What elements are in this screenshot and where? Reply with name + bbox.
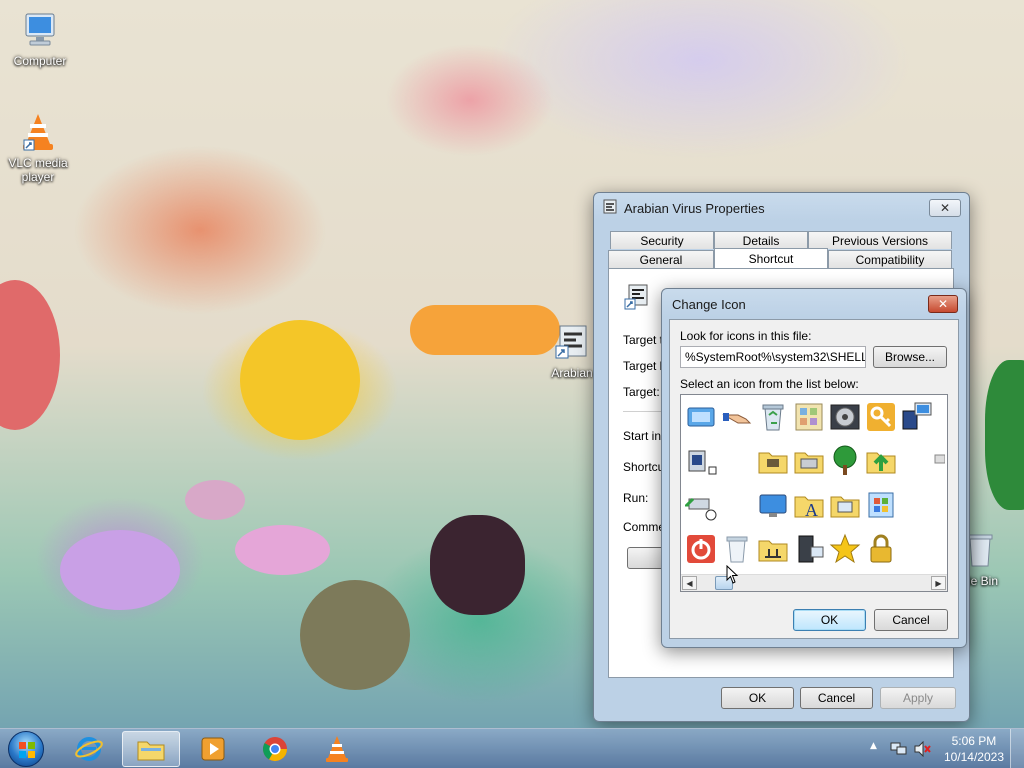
- change-icon-close-button[interactable]: ✕: [928, 295, 958, 313]
- recycle-bin-full-icon[interactable]: [757, 401, 789, 433]
- select-icon-label: Select an icon from the list below:: [680, 377, 859, 391]
- star-icon[interactable]: [829, 533, 861, 565]
- properties-title: Arabian Virus Properties: [624, 200, 765, 216]
- media-player-icon: [201, 737, 225, 761]
- start-button[interactable]: [8, 731, 44, 767]
- clock-date: 10/14/2023: [943, 750, 1004, 764]
- tab-previous-versions[interactable]: Previous Versions: [808, 231, 952, 249]
- icon-list[interactable]: A ◀ ▶: [680, 394, 948, 592]
- computer-icon: [20, 10, 60, 50]
- control-panel-icon[interactable]: [793, 401, 825, 433]
- wallpaper-decoration: [185, 480, 245, 520]
- look-for-icons-label: Look for icons in this file:: [680, 329, 812, 343]
- wallpaper-decoration: [240, 320, 360, 440]
- label-run: Run:: [623, 491, 649, 505]
- taskbar-internet-explorer[interactable]: [60, 731, 118, 767]
- label-target: Target:: [623, 385, 660, 399]
- icon-list-scrollbar[interactable]: ◀ ▶: [681, 574, 947, 591]
- windows-window-icon[interactable]: [865, 489, 897, 521]
- tab-details[interactable]: Details: [714, 231, 808, 249]
- wallpaper-decoration: [985, 360, 1024, 510]
- shortcut-large-icon: [623, 283, 651, 314]
- change-icon-ok-button[interactable]: OK: [793, 609, 866, 631]
- svg-text:A: A: [805, 500, 818, 520]
- tab-shortcut[interactable]: Shortcut: [714, 248, 828, 269]
- desktop-icon-label: VLC media player: [8, 156, 68, 184]
- scroll-left-arrow[interactable]: ◀: [682, 576, 697, 590]
- browse-button[interactable]: Browse...: [873, 346, 947, 368]
- properties-titlebar[interactable]: Arabian Virus Properties ✕: [594, 193, 969, 223]
- show-desktop-button[interactable]: [1010, 729, 1024, 768]
- change-icon-cancel-button[interactable]: Cancel: [874, 609, 948, 631]
- internet-explorer-icon: [75, 737, 103, 761]
- change-icon-dialog[interactable]: Change Icon ✕ Look for icons in this fil…: [661, 288, 967, 648]
- properties-cancel-button[interactable]: Cancel: [800, 687, 873, 709]
- tabs-row-1: Security Details Previous Versions: [610, 231, 952, 249]
- wallpaper-decoration: [0, 280, 60, 430]
- icon-file-path-input[interactable]: %SystemRoot%\system32\SHELL32: [680, 346, 866, 368]
- properties-close-button[interactable]: ✕: [929, 199, 961, 217]
- taskbar-media-player[interactable]: [184, 731, 242, 767]
- media-player-icon[interactable]: [829, 401, 861, 433]
- label-start-in: Start in:: [623, 429, 665, 443]
- vlc-icon: [326, 736, 348, 762]
- green-arrow-folder-icon[interactable]: [865, 445, 897, 477]
- shortcut-app-icon: [602, 199, 618, 218]
- folder-monitor-icon[interactable]: [829, 489, 861, 521]
- tree-icon[interactable]: [829, 445, 861, 477]
- scroll-right-arrow[interactable]: ▶: [931, 576, 946, 590]
- drive-icon[interactable]: [685, 445, 717, 477]
- taskbar: ▲ 5:06 PM 10/14/2023: [0, 728, 1024, 768]
- chrome-icon: [262, 737, 287, 762]
- clock-time: 5:06 PM: [951, 734, 997, 748]
- cd-drive-icon[interactable]: [683, 489, 717, 521]
- taskbar-vlc[interactable]: [308, 731, 366, 767]
- computer-network-icon[interactable]: [901, 401, 933, 433]
- desktop-icon-computer[interactable]: Computer: [4, 10, 76, 68]
- show-hidden-icons-arrow[interactable]: ▲: [870, 741, 877, 751]
- recycle-bin-empty-icon[interactable]: [721, 533, 753, 565]
- network-icon[interactable]: [890, 741, 908, 760]
- volume-muted-icon[interactable]: [914, 740, 932, 760]
- shortcut-icon: [552, 322, 592, 362]
- tabs-row-2: General Shortcut Compatibility: [608, 248, 952, 269]
- wallpaper-decoration: [430, 515, 525, 615]
- desktop-icon-vlc[interactable]: VLC media player: [2, 112, 74, 184]
- vlc-icon: [18, 112, 58, 152]
- windows-logo-icon: [19, 742, 35, 758]
- change-icon-title: Change Icon: [672, 296, 746, 312]
- taskbar-chrome[interactable]: [246, 731, 304, 767]
- mouse-cursor: [726, 564, 740, 588]
- power-icon[interactable]: [685, 533, 717, 565]
- tab-compatibility[interactable]: Compatibility: [828, 250, 952, 268]
- desktop-icon-label: Computer: [13, 54, 67, 68]
- properties-apply-button[interactable]: Apply: [880, 687, 956, 709]
- system-clock[interactable]: 5:06 PM 10/14/2023: [944, 733, 1004, 765]
- server-icon[interactable]: [793, 533, 825, 565]
- scroll-partial-icon: [933, 445, 946, 477]
- properties-ok-button[interactable]: OK: [721, 687, 794, 709]
- wallpaper-decoration: [300, 580, 410, 690]
- tab-general[interactable]: General: [608, 250, 714, 268]
- key-icon[interactable]: [865, 401, 897, 433]
- display-icon[interactable]: [685, 401, 717, 433]
- font-icon[interactable]: A: [793, 489, 825, 521]
- folder-tools-icon[interactable]: [757, 445, 789, 477]
- network-folder-icon[interactable]: [757, 533, 789, 565]
- monitor-icon[interactable]: [757, 489, 789, 521]
- file-explorer-icon: [137, 741, 165, 761]
- lock-icon[interactable]: [865, 533, 897, 565]
- change-icon-titlebar[interactable]: Change Icon ✕: [662, 289, 966, 319]
- wallpaper-decoration: [60, 530, 180, 610]
- hand-icon[interactable]: [721, 401, 753, 433]
- taskbar-file-explorer[interactable]: [122, 731, 180, 767]
- label-shortcut-key: Shortcu: [623, 460, 665, 474]
- wallpaper-decoration: [235, 525, 330, 575]
- change-icon-body: Look for icons in this file: %SystemRoot…: [669, 319, 959, 639]
- printer-drawer-icon[interactable]: [793, 445, 825, 477]
- tab-security[interactable]: Security: [610, 231, 714, 249]
